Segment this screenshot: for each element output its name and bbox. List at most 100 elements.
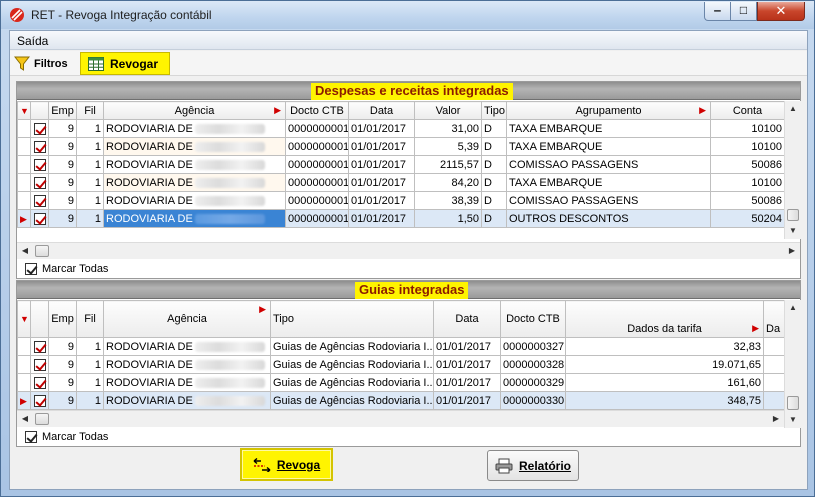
cell-emp[interactable]: 9 — [48, 137, 77, 156]
row-indicator[interactable] — [17, 355, 31, 374]
cell-agencia[interactable]: RODOVIARIA DE — [103, 155, 286, 174]
row-checkbox[interactable] — [33, 358, 46, 371]
cell-agencia[interactable]: RODOVIARIA DE — [103, 391, 271, 410]
cell-agencia[interactable]: RODOVIARIA DE — [103, 373, 271, 392]
col-docto[interactable]: Docto CTB — [500, 300, 566, 338]
scroll-right-icon[interactable]: ▶ — [768, 411, 784, 427]
col-tipo[interactable]: Tipo — [481, 101, 507, 120]
cell-conta[interactable]: 50086 — [710, 155, 785, 174]
table-row[interactable]: 9 1 RODOVIARIA DE Guias de Agências Rodovia… — [17, 373, 785, 392]
cell-tipo[interactable]: D — [481, 137, 507, 156]
mark-all-checkbox[interactable] — [25, 431, 37, 443]
cell-valor[interactable]: 38,39 — [414, 191, 482, 210]
cell-tipo[interactable]: Guias de Agências Rodoviaria I... — [270, 355, 434, 374]
row-checkbox[interactable] — [33, 176, 46, 189]
cell-fil[interactable]: 1 — [76, 155, 104, 174]
cell-fil[interactable]: 1 — [76, 337, 104, 356]
row-checkbox[interactable] — [33, 122, 46, 135]
revoga-button[interactable]: Revoga — [240, 448, 333, 481]
cell-tipo[interactable]: D — [481, 155, 507, 174]
cell-agrupamento[interactable]: COMISSAO PASSAGENS — [506, 191, 711, 210]
row-indicator[interactable] — [17, 119, 31, 138]
cell-agencia[interactable]: RODOVIARIA DE — [103, 173, 286, 192]
table-row[interactable]: ▶ 9 1 RODOVIARIA DE Guias de Agências Rodovi… — [17, 391, 785, 410]
cell-docto[interactable]: 0000000001 — [285, 209, 349, 228]
cell-emp[interactable]: 9 — [48, 155, 77, 174]
col-agencia[interactable]: Agência ▶ — [103, 300, 271, 338]
scroll-thumb[interactable] — [35, 413, 49, 425]
cell-valor[interactable]: 5,39 — [414, 137, 482, 156]
col-data[interactable]: Data — [348, 101, 415, 120]
sort-arrow-icon[interactable]: ▶ — [699, 105, 706, 116]
row-checkbox[interactable] — [33, 340, 46, 353]
sort-arrow-icon[interactable]: ▶ — [274, 105, 281, 116]
cell-da[interactable] — [763, 373, 785, 392]
cell-da[interactable] — [763, 391, 785, 410]
title-bar[interactable]: RET - Revoga Integração contábil ‒ □ ✕ — [1, 1, 814, 29]
col-docto[interactable]: Docto CTB — [285, 101, 349, 120]
row-checkbox[interactable] — [33, 194, 46, 207]
row-checkbox[interactable] — [33, 158, 46, 171]
row-indicator[interactable] — [17, 137, 31, 156]
cell-valor[interactable]: 84,20 — [414, 173, 482, 192]
scroll-thumb[interactable] — [787, 396, 799, 410]
col-agencia[interactable]: Agência ▶ — [103, 101, 286, 120]
cell-data[interactable]: 01/01/2017 — [348, 173, 415, 192]
cell-agencia[interactable]: RODOVIARIA DE — [103, 355, 271, 374]
despesas-hscroll[interactable]: ◀ ▶ — [17, 242, 800, 259]
minimize-button[interactable]: ‒ — [704, 2, 731, 21]
cell-emp[interactable]: 9 — [48, 119, 77, 138]
cell-agencia[interactable]: RODOVIARIA DE — [103, 337, 271, 356]
row-checkbox-cell[interactable] — [30, 391, 49, 410]
cell-agencia[interactable]: RODOVIARIA DE — [103, 209, 286, 228]
relatorio-button[interactable]: Relatório — [487, 450, 579, 481]
table-row[interactable]: 9 1 RODOVIARIA DE Guias de Agências Rodovia… — [17, 337, 785, 356]
cell-tipo[interactable]: Guias de Agências Rodoviaria I... — [270, 373, 434, 392]
scroll-up-icon[interactable]: ▲ — [785, 101, 801, 117]
cell-docto[interactable]: 0000000329 — [500, 373, 566, 392]
cell-docto[interactable]: 0000000001 — [285, 155, 349, 174]
cell-docto[interactable]: 0000000328 — [500, 355, 566, 374]
cell-tarifa[interactable]: 19.071,65 — [565, 355, 764, 374]
table-row[interactable]: 9 1 RODOVIARIA DE 0000000001 01/01/2017 2115,… — [17, 155, 785, 174]
scroll-down-icon[interactable]: ▼ — [785, 223, 801, 239]
cell-conta[interactable]: 50086 — [710, 191, 785, 210]
col-da[interactable]: Da — [763, 300, 785, 338]
cell-da[interactable] — [763, 337, 785, 356]
row-checkbox-cell[interactable] — [30, 209, 49, 228]
cell-valor[interactable]: 31,00 — [414, 119, 482, 138]
cell-docto[interactable]: 0000000001 — [285, 119, 349, 138]
row-indicator[interactable] — [17, 173, 31, 192]
cell-data[interactable]: 01/01/2017 — [433, 337, 501, 356]
row-indicator[interactable] — [17, 155, 31, 174]
guias-hscroll[interactable]: ◀ ▶ — [17, 410, 784, 427]
cell-tarifa[interactable]: 348,75 — [565, 391, 764, 410]
scroll-up-icon[interactable]: ▲ — [785, 300, 801, 316]
cell-tarifa[interactable]: 32,83 — [565, 337, 764, 356]
cell-fil[interactable]: 1 — [76, 209, 104, 228]
cell-data[interactable]: 01/01/2017 — [348, 119, 415, 138]
despesas-grid[interactable]: ▼ Emp Fil Agência ▶ Docto CTB Data Valor … — [17, 101, 785, 228]
cell-conta[interactable]: 10100 — [710, 137, 785, 156]
cell-emp[interactable]: 9 — [48, 373, 77, 392]
cell-agrupamento[interactable]: TAXA EMBARQUE — [506, 137, 711, 156]
col-valor[interactable]: Valor — [414, 101, 482, 120]
row-checkbox-cell[interactable] — [30, 173, 49, 192]
guias-vscroll[interactable]: ▲ ▼ — [784, 300, 801, 428]
cell-agrupamento[interactable]: OUTROS DESCONTOS — [506, 209, 711, 228]
mark-all-checkbox[interactable] — [25, 263, 37, 275]
row-checkbox-cell[interactable] — [30, 355, 49, 374]
close-button[interactable]: ✕ — [757, 2, 805, 21]
col-emp[interactable]: Emp — [48, 101, 77, 120]
cell-conta[interactable]: 10100 — [710, 173, 785, 192]
cell-tipo[interactable]: D — [481, 191, 507, 210]
cell-data[interactable]: 01/01/2017 — [348, 137, 415, 156]
col-fil[interactable]: Fil — [76, 101, 104, 120]
cell-fil[interactable]: 1 — [76, 191, 104, 210]
scroll-right-icon[interactable]: ▶ — [784, 243, 800, 259]
row-checkbox-cell[interactable] — [30, 155, 49, 174]
guias-grid[interactable]: ▼ Emp Fil Agência ▶ Tipo Data Docto CTB D… — [17, 300, 785, 410]
cell-docto[interactable]: 0000000330 — [500, 391, 566, 410]
cell-data[interactable]: 01/01/2017 — [348, 155, 415, 174]
col-tarifa[interactable]: Dados da tarifa ▶ — [565, 300, 764, 338]
